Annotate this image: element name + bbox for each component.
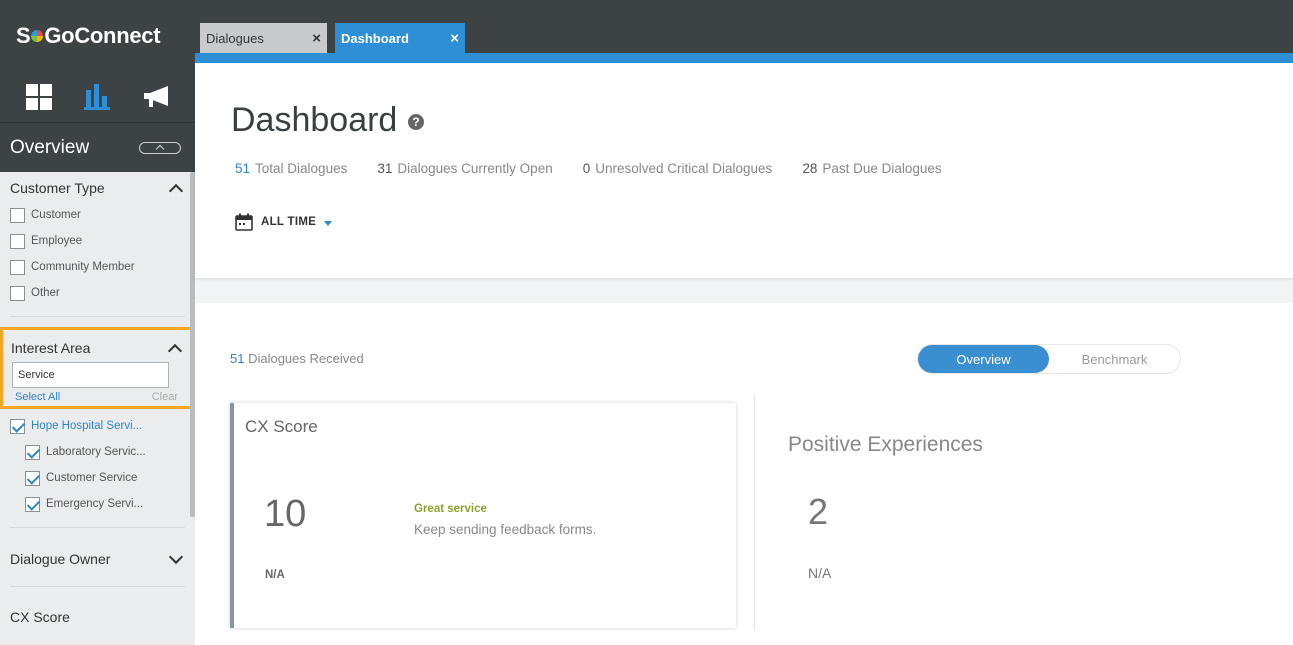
cx-score-card[interactable]: CX Score 10 N/A Great service Keep sendi… [230,403,736,628]
benchmark-toggle-button[interactable]: Benchmark [1049,345,1180,373]
cx-message-title: Great service [414,503,487,515]
cx-score-value: 10 [264,493,307,535]
overview-title: Overview [10,136,90,158]
customer-checkbox[interactable]: Customer [10,202,185,228]
megaphone-icon[interactable] [141,82,171,112]
tab-dialogues[interactable]: Dialogues × [200,23,327,53]
stat-total-dialogues[interactable]: 51 Total Dialogues [235,161,347,176]
stat-open-dialogues[interactable]: 31 Dialogues Currently Open [377,161,552,176]
checkbox-icon[interactable] [10,285,25,301]
checkbox-checked-icon[interactable] [10,418,25,434]
customer-service-checkbox[interactable]: Customer Service [10,465,185,491]
chevron-down-icon[interactable] [168,549,184,565]
checkbox-icon[interactable] [10,207,25,223]
other-checkbox[interactable]: Other [10,280,185,306]
caret-down-icon [324,220,333,226]
stat-critical-dialogues[interactable]: 0 Unresolved Critical Dialogues [583,161,773,176]
dashboard-content: 51 Dialogues Received Overview Benchmark… [195,303,1293,645]
divider [10,527,185,528]
positive-experiences-card[interactable]: Positive Experiences 2 N/A [788,433,983,581]
active-tab-strip [195,53,1293,63]
help-icon[interactable]: ? [408,114,424,130]
divider [10,316,185,317]
filter-panel: Customer Type Customer Employee Communit… [0,174,195,637]
emergency-checkbox[interactable]: Emergency Servi... [10,491,185,517]
sogoconnect-logo[interactable]: S GoConnect [16,23,161,49]
clear-link[interactable]: Clear [152,391,178,403]
date-filter-dropdown[interactable]: ALL TIME [235,213,333,231]
checkbox-icon[interactable] [10,259,25,275]
customer-type-header[interactable]: Customer Type [10,174,185,202]
bar-chart-icon[interactable] [82,82,112,112]
stat-past-due-dialogues[interactable]: 28 Past Due Dialogues [802,161,941,176]
cx-score-title: CX Score [245,417,318,436]
dashboard-grid-icon[interactable] [24,82,54,112]
interest-area-search-input[interactable] [12,362,169,388]
overview-header: Overview [0,122,195,172]
overview-toggle-button[interactable]: Overview [918,345,1049,373]
positive-experiences-count: 2 [808,491,829,532]
brand-bar: S GoConnect [0,0,195,72]
sidebar: S GoConnect Overview Customer Type Custom… [0,0,195,645]
logo-dot-icon [31,30,44,42]
checkbox-icon[interactable] [10,233,25,249]
page-title: Dashboard [231,101,398,139]
cx-score-na: N/A [265,569,285,581]
nav-icon-bar [0,72,195,122]
tab-bar: Dialogues × Dashboard × [195,0,1293,53]
chevron-up-icon[interactable] [168,183,184,199]
collapse-toggle-button[interactable] [139,141,181,154]
hope-hospital-checkbox[interactable]: Hope Hospital Servi... [10,413,185,439]
dashboard-header: Dashboard ? 51 Total Dialogues 31 Dialogue… [195,63,1293,278]
checkbox-checked-icon[interactable] [25,470,40,486]
dialogue-owner-header[interactable]: Dialogue Owner [10,538,185,580]
community-member-checkbox[interactable]: Community Member [10,254,185,280]
view-toggle: Overview Benchmark [918,345,1180,373]
laboratory-checkbox[interactable]: Laboratory Servic... [10,439,185,465]
divider [10,586,185,587]
dialogues-received: 51 Dialogues Received [230,351,364,366]
calendar-icon [235,213,253,231]
cx-message-body: Keep sending feedback forms. [414,522,597,537]
select-controls: Select All Clear [11,391,184,403]
tab-dashboard[interactable]: Dashboard × [335,23,465,53]
card-divider [754,395,755,630]
employee-checkbox[interactable]: Employee [10,228,185,254]
checkbox-checked-icon[interactable] [25,444,40,460]
close-icon[interactable]: × [312,30,321,47]
interest-area-highlight: Interest Area Select All Clear [0,327,195,409]
positive-experiences-na: N/A [808,565,832,581]
positive-experiences-title: Positive Experiences [788,433,983,456]
select-all-link[interactable]: Select All [15,391,60,403]
chevron-up-icon[interactable] [167,343,183,359]
stats-row: 51 Total Dialogues 31 Dialogues Currently … [235,161,972,176]
close-icon[interactable]: × [450,30,459,47]
cx-score-header[interactable]: CX Score [10,597,185,637]
interest-area-header[interactable]: Interest Area [11,334,184,362]
checkbox-checked-icon[interactable] [25,496,40,512]
